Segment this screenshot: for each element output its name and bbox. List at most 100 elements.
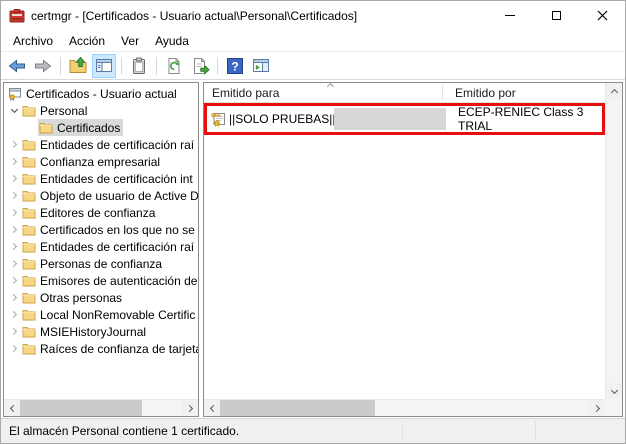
chevron-right-icon xyxy=(185,404,192,411)
export-list-icon[interactable] xyxy=(188,54,212,78)
tree-item-entidades-de-certificacion-rai[interactable]: Entidades de certificación raí xyxy=(4,238,198,255)
scrollbar-track[interactable] xyxy=(142,400,182,416)
scroll-up-button[interactable] xyxy=(606,83,622,99)
tree-item-label: Otras personas xyxy=(40,291,122,305)
chevron-collapsed-icon[interactable] xyxy=(7,329,21,334)
forward-icon[interactable] xyxy=(31,54,55,78)
tree-item-emisores-de-autenticacion-de[interactable]: Emisores de autenticación de xyxy=(4,272,198,289)
close-button[interactable] xyxy=(579,1,625,30)
tree-item-objeto-de-usuario-de-active-d[interactable]: Objeto de usuario de Active D xyxy=(4,187,198,204)
folder-icon xyxy=(22,223,36,237)
chevron-glyph xyxy=(9,175,16,182)
tree-item-certificados[interactable]: Certificados xyxy=(4,119,198,136)
list-horizontal-scrollbar[interactable] xyxy=(204,399,605,416)
tree-item-personal[interactable]: Personal xyxy=(4,102,198,119)
column-divider[interactable] xyxy=(442,85,443,100)
chevron-up-icon xyxy=(610,88,617,95)
toolbar: ? xyxy=(1,52,625,80)
tree-item-content: Local NonRemovable Certific xyxy=(21,306,198,323)
column-header-issued-to[interactable]: Emitido para xyxy=(204,86,442,100)
tree-item-otras-personas[interactable]: Otras personas xyxy=(4,289,198,306)
certificate-row[interactable]: ||SOLO PRUEBAS|| ECEP-RENIEC Class 3 TRI… xyxy=(207,106,602,132)
tree-selection: Certificados xyxy=(38,119,123,136)
menu-bar: ArchivoAcciónVerAyuda xyxy=(1,30,625,52)
status-divider xyxy=(402,421,403,441)
tree-item-content: Entidades de certificación raí xyxy=(21,136,197,153)
chevron-expanded-icon[interactable] xyxy=(7,107,21,114)
tree-item-entidades-de-certificacion-int[interactable]: Entidades de certificación int xyxy=(4,170,198,187)
chevron-collapsed-icon[interactable] xyxy=(7,244,21,249)
list-vertical-scrollbar[interactable] xyxy=(605,83,622,399)
scroll-right-button[interactable] xyxy=(182,400,198,416)
menu-archivo[interactable]: Archivo xyxy=(5,30,61,51)
chevron-glyph xyxy=(9,141,16,148)
scroll-down-button[interactable] xyxy=(606,383,622,399)
column-header-issued-by[interactable]: Emitido por xyxy=(442,86,516,100)
scrollbar-thumb[interactable] xyxy=(220,400,375,416)
certmgr-app-icon xyxy=(9,8,25,24)
help-icon[interactable]: ? xyxy=(223,54,247,78)
tree-item-local-nonremovable-certific[interactable]: Local NonRemovable Certific xyxy=(4,306,198,323)
tree-item-content: Raíces de confianza de tarjeta xyxy=(21,340,198,357)
scrollbar-track[interactable] xyxy=(375,400,589,416)
chevron-collapsed-icon[interactable] xyxy=(7,312,21,317)
toolbar-separator xyxy=(60,57,61,75)
show-action-pane-icon[interactable] xyxy=(249,54,273,78)
scroll-left-button[interactable] xyxy=(204,400,220,416)
chevron-collapsed-icon[interactable] xyxy=(7,142,21,147)
menu-accion[interactable]: Acción xyxy=(61,30,113,51)
chevron-collapsed-icon[interactable] xyxy=(7,193,21,198)
tree-item-content: MSIEHistoryJournal xyxy=(21,323,149,340)
folder-icon xyxy=(22,155,36,169)
clipboard-icon[interactable] xyxy=(127,54,151,78)
scrollbar-thumb[interactable] xyxy=(20,400,142,416)
certmgr-window: certmgr - [Certificados - Usuario actual… xyxy=(0,0,626,444)
certificates-store-icon xyxy=(8,87,22,101)
folder-icon xyxy=(22,104,36,118)
chevron-collapsed-icon[interactable] xyxy=(7,278,21,283)
menu-ver[interactable]: Ver xyxy=(113,30,147,51)
back-icon[interactable] xyxy=(5,54,29,78)
tree-horizontal-scrollbar[interactable] xyxy=(4,399,198,416)
scroll-right-button[interactable] xyxy=(589,400,605,416)
tree-item-confianza-empresarial[interactable]: Confianza empresarial xyxy=(4,153,198,170)
chevron-glyph xyxy=(9,311,16,318)
tree-item-entidades-de-certificacion-rai[interactable]: Entidades de certificación raí xyxy=(4,136,198,153)
tree-item-label: MSIEHistoryJournal xyxy=(40,325,146,339)
show-console-tree-icon[interactable] xyxy=(92,54,116,78)
maximize-button[interactable] xyxy=(533,1,579,30)
folder-icon xyxy=(39,121,53,135)
tree-item-label: Entidades de certificación int xyxy=(40,172,193,186)
tree-item-content: Otras personas xyxy=(21,289,125,306)
chevron-collapsed-icon[interactable] xyxy=(7,176,21,181)
refresh-icon[interactable] xyxy=(162,54,186,78)
tree-item-content: Personas de confianza xyxy=(21,255,165,272)
chevron-glyph xyxy=(9,243,16,250)
folder-icon xyxy=(22,138,36,152)
tree-item-msiehistoryjournal[interactable]: MSIEHistoryJournal xyxy=(4,323,198,340)
tree-item-content: Editores de confianza xyxy=(21,204,158,221)
chevron-collapsed-icon[interactable] xyxy=(7,210,21,215)
tree-item-label: Objeto de usuario de Active D xyxy=(40,189,198,203)
tree-item-raices-de-confianza-de-tarjeta[interactable]: Raíces de confianza de tarjeta xyxy=(4,340,198,357)
chevron-collapsed-icon[interactable] xyxy=(7,227,21,232)
chevron-collapsed-icon[interactable] xyxy=(7,261,21,266)
tree-item-certificados-usuario-actual[interactable]: Certificados - Usuario actual xyxy=(4,85,198,102)
up-one-level-icon[interactable] xyxy=(66,54,90,78)
chevron-collapsed-icon[interactable] xyxy=(7,346,21,351)
tree-item-certificados-en-los-que-no-se[interactable]: Certificados en los que no se xyxy=(4,221,198,238)
scrollbar-track[interactable] xyxy=(606,99,622,383)
scroll-left-button[interactable] xyxy=(4,400,20,416)
chevron-collapsed-icon[interactable] xyxy=(7,159,21,164)
chevron-collapsed-icon[interactable] xyxy=(7,295,21,300)
minimize-button[interactable] xyxy=(487,1,533,30)
certificate-list-panel: Emitido para Emitido por xyxy=(203,82,623,417)
tree-item-content: Personal xyxy=(21,102,90,119)
tree-item-editores-de-confianza[interactable]: Editores de confianza xyxy=(4,204,198,221)
menu-ayuda[interactable]: Ayuda xyxy=(147,30,197,51)
scrollbar-corner xyxy=(605,399,622,416)
title-bar: certmgr - [Certificados - Usuario actual… xyxy=(1,1,625,30)
tree-item-personas-de-confianza[interactable]: Personas de confianza xyxy=(4,255,198,272)
tree-item-label: Entidades de certificación raí xyxy=(40,138,194,152)
issued-by-value: ECEP-RENIEC Class 3 TRIAL xyxy=(458,106,602,132)
